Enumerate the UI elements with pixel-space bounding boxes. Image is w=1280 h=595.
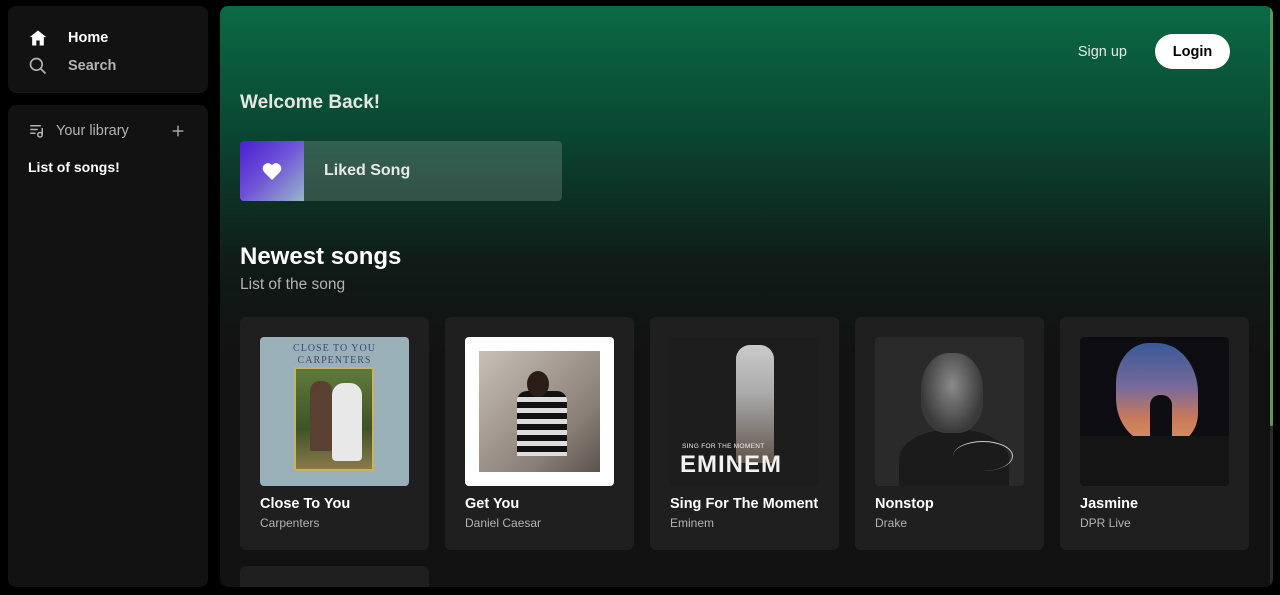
nav-search[interactable]: Search xyxy=(28,52,188,80)
login-button[interactable]: Login xyxy=(1155,34,1230,69)
song-artist: DPR Live xyxy=(1080,516,1131,530)
song-title: Get You xyxy=(465,496,520,512)
song-artist: Drake xyxy=(875,516,908,530)
album-cover: SING FOR THE MOMENT EMINEM xyxy=(670,337,819,486)
sidebar-library: Your library List of songs! xyxy=(8,105,208,587)
sidebar-nav: Home Search xyxy=(8,6,208,93)
library-header: Your library xyxy=(28,117,188,145)
library-toggle[interactable]: Your library xyxy=(28,122,129,140)
album-cover: CLOSE TO YOU CARPENTERS xyxy=(260,337,409,486)
library-title: Your library xyxy=(56,123,129,139)
song-title: Sing For The Moment xyxy=(670,496,819,512)
song-card[interactable] xyxy=(240,566,429,587)
song-card[interactable]: Get You Daniel Caesar xyxy=(445,317,634,550)
song-title: Close To You xyxy=(260,496,351,512)
album-cover xyxy=(1080,337,1229,486)
song-grid: CLOSE TO YOU CARPENTERS Close To You Car… xyxy=(240,317,1249,550)
song-card[interactable]: SING FOR THE MOMENT EMINEM Sing For The … xyxy=(650,317,839,550)
scrollbar-thumb[interactable] xyxy=(1270,6,1273,426)
library-icon xyxy=(30,125,43,138)
song-artist: Eminem xyxy=(670,516,715,530)
main-content: Sign up Login Welcome Back! Liked Song N… xyxy=(220,6,1273,587)
album-cover xyxy=(465,337,614,486)
cover-text: EMINEM xyxy=(680,451,782,478)
nav-home-label: Home xyxy=(68,30,109,46)
nav-search-label: Search xyxy=(68,58,117,74)
home-icon xyxy=(29,30,47,46)
cover-text: CLOSE TO YOU xyxy=(293,343,376,354)
song-artist: Carpenters xyxy=(260,516,320,530)
liked-songs-thumbnail xyxy=(240,141,304,201)
song-title: Jasmine xyxy=(1080,496,1139,512)
welcome-heading: Welcome Back! xyxy=(240,92,381,113)
heart-icon xyxy=(262,163,282,180)
cover-photo xyxy=(294,367,374,471)
auth-buttons: Sign up Login xyxy=(1078,34,1230,69)
add-playlist-button[interactable] xyxy=(168,121,188,141)
main-scrollbar[interactable] xyxy=(1270,6,1273,587)
album-cover xyxy=(875,337,1024,486)
cover-text: SING FOR THE MOMENT xyxy=(682,443,765,450)
liked-songs-label: Liked Song xyxy=(324,162,411,179)
library-list-title: List of songs! xyxy=(28,159,120,175)
song-card[interactable]: Nonstop Drake xyxy=(855,317,1044,550)
app-root: Home Search Your library List of songs! … xyxy=(0,0,1280,595)
section-subtitle: List of the song xyxy=(240,276,346,293)
liked-songs-tile[interactable]: Liked Song xyxy=(240,141,562,201)
signup-button[interactable]: Sign up xyxy=(1078,44,1127,60)
song-card[interactable]: Jasmine DPR Live xyxy=(1060,317,1249,550)
nav-home[interactable]: Home xyxy=(28,24,188,52)
section-title: Newest songs xyxy=(240,243,402,270)
song-artist: Daniel Caesar xyxy=(465,516,542,530)
cover-text: CARPENTERS xyxy=(297,355,372,366)
song-title: Nonstop xyxy=(875,496,934,512)
song-card[interactable]: CLOSE TO YOU CARPENTERS Close To You Car… xyxy=(240,317,429,550)
plus-icon xyxy=(172,125,184,137)
search-icon xyxy=(29,57,47,75)
